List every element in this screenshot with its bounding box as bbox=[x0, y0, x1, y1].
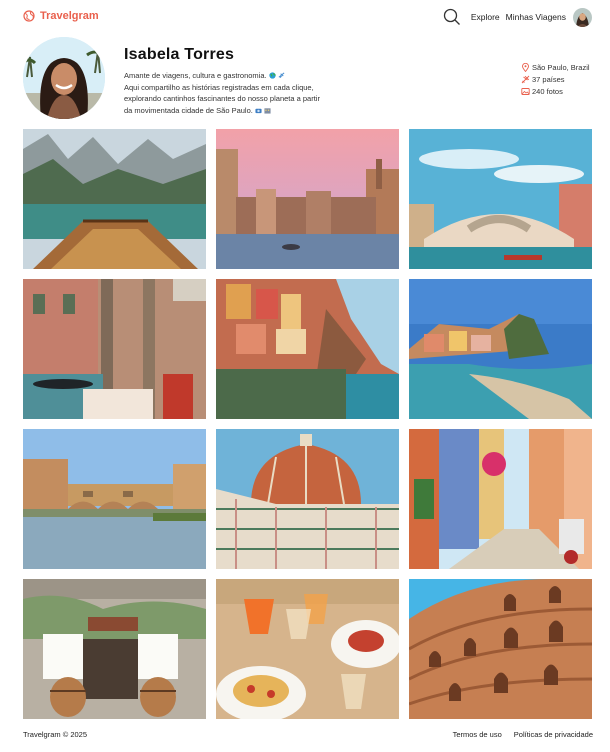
photo-florence-duomo[interactable] bbox=[216, 429, 399, 569]
photo-venice-gondola-cafe[interactable] bbox=[23, 279, 206, 419]
city-emoji-icon bbox=[264, 107, 271, 114]
photo-icon bbox=[521, 87, 530, 95]
photo-colorful-alley-scooter[interactable] bbox=[409, 429, 592, 569]
main-nav: Explore Minhas Viagens bbox=[442, 7, 592, 27]
photo-colosseum[interactable] bbox=[409, 579, 592, 719]
user-avatar[interactable] bbox=[573, 7, 592, 27]
profile-bio: Amante de viagens, cultura e gastronomia… bbox=[124, 70, 364, 116]
location-text: São Paulo, Brazil bbox=[532, 62, 590, 72]
photos-text: 240 fotos bbox=[532, 86, 563, 96]
photo-cinque-terre-bay[interactable] bbox=[409, 279, 592, 419]
photo-rialto-bridge[interactable] bbox=[409, 129, 592, 269]
footer-terms-link[interactable]: Termos de uso bbox=[453, 730, 502, 739]
nav-my-trips[interactable]: Minhas Viagens bbox=[506, 12, 566, 22]
profile-stats: São Paulo, Brazil 37 países 240 fotos bbox=[521, 61, 590, 97]
footer-privacy-link[interactable]: Políticas de privacidade bbox=[514, 730, 593, 739]
photo-ponte-vecchio[interactable] bbox=[23, 429, 206, 569]
stat-countries: 37 países bbox=[521, 73, 590, 85]
camera-emoji-icon bbox=[255, 108, 262, 113]
search-icon[interactable] bbox=[442, 7, 462, 27]
countries-text: 37 países bbox=[532, 74, 565, 84]
photo-manarola-cliffs[interactable] bbox=[216, 279, 399, 419]
bio-line-2: Aqui compartilho as histórias registrada… bbox=[124, 82, 314, 92]
photo-venice-canal-sunset[interactable] bbox=[216, 129, 399, 269]
bio-line-4: da movimentada cidade de São Paulo. bbox=[124, 105, 253, 115]
bio-line-1: Amante de viagens, cultura e gastronomia… bbox=[124, 71, 267, 80]
location-pin-icon bbox=[522, 62, 529, 72]
stat-photos: 240 fotos bbox=[521, 85, 590, 97]
footer-copyright: Travelgram © 2025 bbox=[23, 730, 88, 739]
photo-grid bbox=[23, 129, 593, 719]
earth-emoji-icon bbox=[269, 72, 276, 79]
brand-logo[interactable]: Travelgram bbox=[23, 10, 99, 22]
footer-links: Termos de uso Políticas de privacidade bbox=[453, 730, 593, 739]
airplane-emoji-icon bbox=[278, 72, 285, 79]
photo-lake-boat[interactable] bbox=[23, 129, 206, 269]
profile-info: Isabela Torres Amante de viagens, cultur… bbox=[124, 46, 364, 116]
profile-avatar bbox=[23, 37, 105, 119]
globe-icon bbox=[23, 10, 35, 22]
nav-explore[interactable]: Explore bbox=[471, 12, 500, 22]
profile-name: Isabela Torres bbox=[124, 46, 235, 63]
photo-aperitivo-table[interactable] bbox=[216, 579, 399, 719]
photo-trattoria-barrels[interactable] bbox=[23, 579, 206, 719]
brand-name: Travelgram bbox=[40, 10, 99, 22]
top-bar: Travelgram Explore Minhas Viagens bbox=[0, 0, 610, 36]
stat-location: São Paulo, Brazil bbox=[521, 61, 590, 73]
bio-line-3: explorando cantinhos fascinantes do noss… bbox=[124, 94, 320, 103]
plane-icon bbox=[521, 75, 530, 83]
